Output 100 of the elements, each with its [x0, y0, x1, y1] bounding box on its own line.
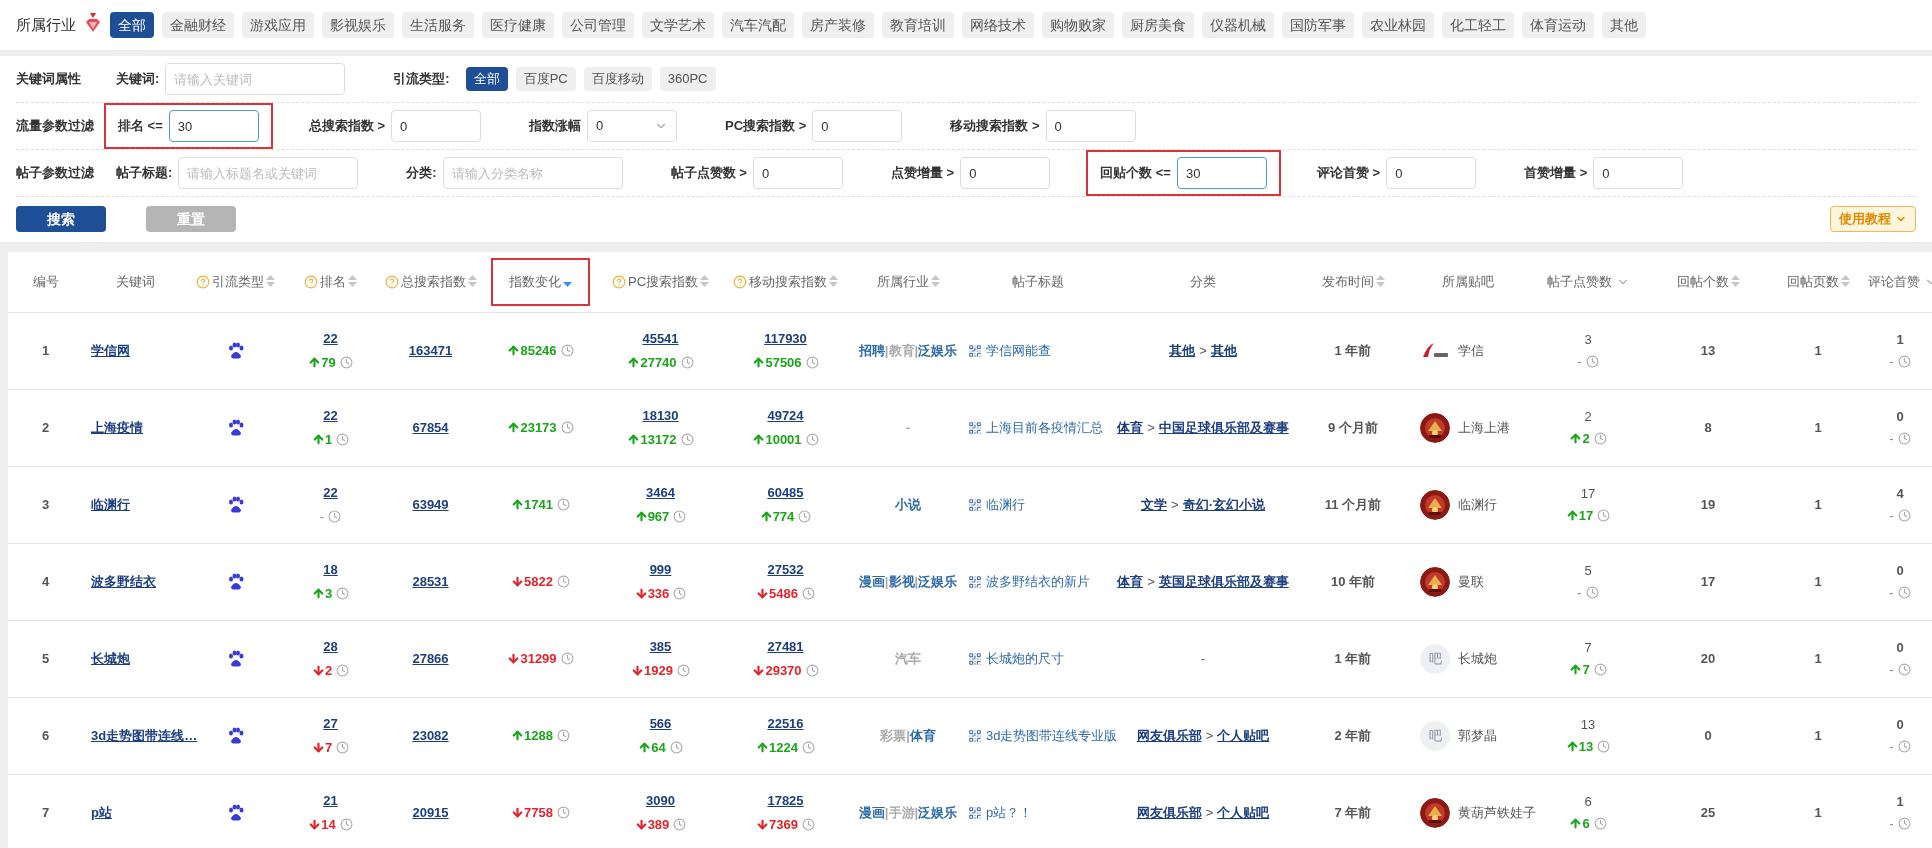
category-link[interactable]: 中国足球俱乐部及赛事: [1158, 419, 1289, 435]
sort-descending-icon[interactable]: [563, 281, 572, 288]
number-link[interactable]: 3464: [646, 483, 675, 503]
industry-tag[interactable]: 化工轻工: [1442, 12, 1514, 38]
clock-icon[interactable]: [1597, 739, 1611, 753]
category-link[interactable]: 体育: [1117, 573, 1144, 589]
input-field[interactable]: 30: [168, 110, 259, 142]
clock-icon[interactable]: [680, 355, 694, 369]
sort-icon[interactable]: [266, 275, 275, 289]
clock-icon[interactable]: [336, 432, 350, 446]
clock-icon[interactable]: [1585, 585, 1599, 599]
clock-icon[interactable]: [1593, 431, 1607, 445]
industry-link[interactable]: 小说: [895, 496, 921, 512]
clock-icon[interactable]: [669, 740, 683, 754]
clock-icon[interactable]: [556, 498, 570, 511]
input-field[interactable]: 0: [1045, 110, 1136, 142]
category-link[interactable]: 其他: [1210, 342, 1237, 358]
clock-icon[interactable]: [336, 586, 350, 600]
industry-link[interactable]: 漫画: [858, 804, 885, 820]
number-link[interactable]: 28: [323, 637, 338, 657]
clock-icon[interactable]: [339, 817, 353, 831]
number-link[interactable]: 117930: [764, 329, 807, 349]
category-link[interactable]: 个人贴吧: [1217, 727, 1270, 743]
industry-tag[interactable]: 其他: [1602, 12, 1646, 38]
sort-icon[interactable]: [930, 275, 940, 289]
industry-tag[interactable]: 网络技术: [962, 12, 1034, 38]
number-link[interactable]: 27481: [767, 637, 804, 657]
sort-icon[interactable]: [467, 275, 477, 289]
number-link[interactable]: 45541: [642, 329, 679, 349]
category-link[interactable]: 体育: [1117, 419, 1144, 435]
clock-icon[interactable]: [1897, 585, 1911, 599]
post-title-link[interactable]: 临渊行: [986, 494, 1025, 515]
post-title-link[interactable]: 波多野结衣的新片: [986, 571, 1090, 592]
clock-icon[interactable]: [801, 740, 815, 754]
clock-icon[interactable]: [673, 509, 687, 523]
input-field[interactable]: 0: [391, 110, 481, 142]
clock-icon[interactable]: [805, 355, 819, 369]
industry-tag[interactable]: 生活服务: [402, 12, 474, 38]
clock-icon[interactable]: [801, 817, 815, 831]
clock-icon[interactable]: [1593, 816, 1607, 830]
number-link[interactable]: 22: [323, 329, 338, 349]
clock-icon[interactable]: [1897, 508, 1911, 522]
sort-icon[interactable]: [700, 275, 710, 289]
help-icon[interactable]: [304, 274, 318, 289]
number-link[interactable]: 566: [649, 714, 672, 734]
keyword-link[interactable]: 波多野结衣: [91, 573, 156, 589]
clock-icon[interactable]: [1585, 354, 1599, 368]
industry-tag[interactable]: 购物败家: [1042, 12, 1114, 38]
number-link[interactable]: 18: [323, 560, 338, 580]
search-button[interactable]: 搜索: [16, 206, 106, 232]
industry-link[interactable]: 漫画: [858, 573, 885, 589]
clock-icon[interactable]: [680, 432, 694, 446]
input-field[interactable]: 请输入关键词: [165, 63, 346, 95]
industry-tag[interactable]: 体育运动: [1522, 12, 1594, 38]
industry-tag[interactable]: 厨房美食: [1122, 12, 1194, 38]
clock-icon[interactable]: [560, 421, 574, 434]
industry-tag[interactable]: 汽车汽配: [722, 12, 794, 38]
clock-icon[interactable]: [1897, 662, 1911, 676]
clock-icon[interactable]: [556, 806, 570, 819]
category-link[interactable]: 个人贴吧: [1217, 804, 1270, 820]
clock-icon[interactable]: [1897, 431, 1911, 445]
category-link[interactable]: 网友俱乐部: [1136, 804, 1202, 820]
category-link[interactable]: 其他: [1169, 342, 1196, 358]
industry-tag[interactable]: 影视娱乐: [322, 12, 394, 38]
industry-tag[interactable]: 文学艺术: [642, 12, 714, 38]
option-button[interactable]: 百度移动: [583, 67, 652, 91]
industry-link[interactable]: 泛娱乐: [918, 573, 958, 589]
clock-icon[interactable]: [805, 432, 819, 446]
industry-tag[interactable]: 房产装修: [802, 12, 874, 38]
clock-icon[interactable]: [1897, 816, 1911, 830]
input-field[interactable]: 0: [752, 157, 843, 189]
select-field[interactable]: 0: [587, 110, 677, 142]
help-icon[interactable]: [384, 274, 399, 289]
keyword-link[interactable]: 临渊行: [91, 496, 130, 512]
clock-icon[interactable]: [673, 586, 687, 600]
input-field[interactable]: 请输入分类名称: [442, 157, 623, 189]
input-field[interactable]: 请输入标题名或关键词: [178, 157, 359, 189]
industry-tag[interactable]: 国防军事: [1282, 12, 1354, 38]
number-link[interactable]: 163471: [408, 342, 453, 358]
post-title-link[interactable]: 3d走势图带连线专业版: [986, 725, 1118, 746]
keyword-link[interactable]: p站: [91, 804, 112, 820]
keyword-link[interactable]: 学信网: [91, 342, 130, 358]
industry-link[interactable]: 招聘: [858, 342, 885, 358]
input-field[interactable]: 30: [1176, 157, 1267, 189]
category-link[interactable]: 奇幻·玄幻小说: [1182, 496, 1265, 512]
option-button[interactable]: 百度PC: [515, 67, 576, 91]
sort-icon[interactable]: [1730, 275, 1740, 289]
number-link[interactable]: 3090: [646, 791, 675, 811]
clock-icon[interactable]: [801, 586, 815, 600]
number-link[interactable]: 22: [323, 406, 338, 426]
category-link[interactable]: 网友俱乐部: [1136, 727, 1202, 743]
clock-icon[interactable]: [673, 817, 687, 831]
option-button[interactable]: 360PC: [659, 67, 716, 91]
post-title-link[interactable]: 长城炮的尺寸: [986, 648, 1064, 669]
post-title-link[interactable]: 上海目前各疫情汇总: [986, 417, 1103, 438]
industry-link[interactable]: 泛娱乐: [918, 804, 958, 820]
keyword-link[interactable]: 长城炮: [91, 650, 130, 666]
number-link[interactable]: 49724: [767, 406, 804, 426]
number-link[interactable]: 385: [649, 637, 672, 657]
number-link[interactable]: 27866: [412, 650, 449, 666]
